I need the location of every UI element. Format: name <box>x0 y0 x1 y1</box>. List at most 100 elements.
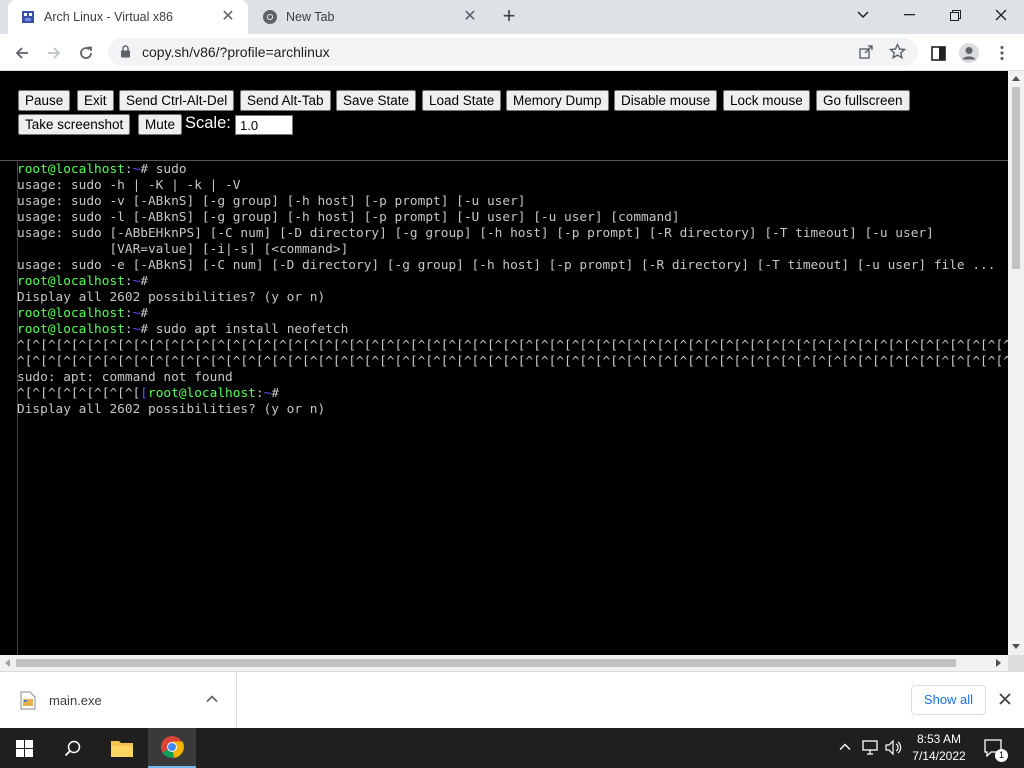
terminal-line-text: Display all 2602 possibilities? (y or n) <box>17 290 326 305</box>
tab-close-icon[interactable]: ✕ <box>220 9 236 25</box>
prompt-user: root@localhost <box>148 386 256 401</box>
terminal-line: sudo: apt: command not found <box>17 370 1008 386</box>
prompt-user: root@localhost <box>17 274 125 289</box>
close-window-button[interactable] <box>978 0 1024 30</box>
terminal-line: ^[^[^[^[^[^[^[^[[root@localhost:~# <box>17 386 1008 402</box>
download-file-name: main.exe <box>49 693 102 708</box>
chrome-icon <box>262 9 278 25</box>
search-button[interactable] <box>48 728 96 768</box>
address-bar[interactable]: copy.sh/v86/?profile=archlinux <box>108 38 918 66</box>
chrome-taskbar-button[interactable] <box>148 728 196 768</box>
chevron-up-tray-icon[interactable] <box>838 740 852 759</box>
scrollbar-corner <box>1008 655 1024 671</box>
scale-input[interactable] <box>235 115 293 135</box>
send-ctrl-alt-del-button[interactable]: Send Ctrl-Alt-Del <box>119 90 235 111</box>
show-all-button[interactable]: Show all <box>911 685 986 715</box>
bookmark-star-icon[interactable] <box>888 42 907 65</box>
scroll-up-icon[interactable] <box>1012 76 1020 81</box>
url-text: copy.sh/v86/?profile=archlinux <box>142 44 330 60</box>
horizontal-scrollbar[interactable] <box>0 655 1008 671</box>
file-explorer-button[interactable] <box>98 728 146 768</box>
lock-icon[interactable] <box>120 45 131 63</box>
download-item[interactable]: main.exe <box>0 672 237 729</box>
prompt-separator: : <box>124 306 133 321</box>
scroll-right-icon[interactable] <box>996 659 1001 667</box>
lock-mouse-button[interactable]: Lock mouse <box>723 90 810 111</box>
terminal-line-text: ^[^[^[^[^[^[^[^[^[^[^[^[^[^[^[^[^[^[^[^[… <box>17 338 1008 353</box>
exit-button[interactable]: Exit <box>77 90 114 111</box>
vertical-scroll-thumb[interactable] <box>1012 87 1020 269</box>
prompt-separator: : <box>255 386 264 401</box>
go-fullscreen-button[interactable]: Go fullscreen <box>816 90 910 111</box>
back-button[interactable] <box>9 40 35 66</box>
take-screenshot-button[interactable]: Take screenshot <box>18 114 131 135</box>
save-state-button[interactable]: Save State <box>336 90 417 111</box>
volume-icon[interactable] <box>885 739 903 761</box>
profile-avatar-icon[interactable] <box>958 42 980 64</box>
load-state-button[interactable]: Load State <box>422 90 502 111</box>
terminal-line: Display all 2602 possibilities? (y or n) <box>17 290 1008 306</box>
terminal-line-text: [VAR=value] [-i|-s] [<command>] <box>17 242 349 257</box>
terminal-line-text: usage: sudo -h | -K | -k | -V <box>17 178 241 193</box>
browser-toolbar: copy.sh/v86/?profile=archlinux <box>0 34 1024 71</box>
horizontal-scroll-thumb[interactable] <box>16 659 956 667</box>
disable-mouse-button[interactable]: Disable mouse <box>614 90 718 111</box>
share-icon[interactable] <box>858 44 874 65</box>
network-icon[interactable] <box>862 739 880 761</box>
taskbar: 8:53 AM 7/14/2022 1 <box>0 728 1024 768</box>
chevron-up-icon[interactable] <box>205 692 219 711</box>
prompt-separator: : <box>124 274 133 289</box>
terminal-line-text: # <box>140 274 149 289</box>
terminal-line: usage: sudo -h | -K | -k | -V <box>17 178 1008 194</box>
close-shelf-icon[interactable] <box>998 692 1012 711</box>
mute-button[interactable]: Mute <box>138 114 183 135</box>
scroll-down-icon[interactable] <box>1012 644 1020 649</box>
terminal-line: root@localhost:~# sudo <box>17 162 1008 178</box>
minimize-button[interactable] <box>886 0 932 30</box>
terminal-line-text: Display all 2602 possibilities? (y or n) <box>17 402 326 417</box>
pause-button[interactable]: Pause <box>18 90 71 111</box>
terminal-screen[interactable]: root@localhost:~# sudo usage: sudo -h | -… <box>0 160 1008 655</box>
reload-button[interactable] <box>73 40 99 66</box>
scroll-left-icon[interactable] <box>5 659 10 667</box>
prompt-bracket: [ <box>140 386 148 401</box>
tab-close-icon[interactable]: ✕ <box>462 9 478 25</box>
terminal-line: usage: sudo -l [-ABknS] [-g group] [-h h… <box>17 210 1008 226</box>
terminal-line: root@localhost:~# sudo apt install neofe… <box>17 322 1008 338</box>
forward-button[interactable] <box>41 40 67 66</box>
start-button[interactable] <box>0 728 48 768</box>
windows-logo-icon <box>15 739 33 757</box>
prompt-user: root@localhost <box>17 322 125 337</box>
terminal-line: usage: sudo -v [-ABknS] [-g group] [-h h… <box>17 194 1008 210</box>
terminal-line-text: # <box>271 386 280 401</box>
vertical-scrollbar[interactable] <box>1008 71 1024 655</box>
terminal-line: Display all 2602 possibilities? (y or n) <box>17 402 1008 418</box>
prompt-user: root@localhost <box>17 162 125 177</box>
terminal-line: [VAR=value] [-i|-s] [<command>] <box>17 242 1008 258</box>
system-clock[interactable]: 8:53 AM 7/14/2022 <box>905 731 973 765</box>
send-alt-tab-button[interactable]: Send Alt-Tab <box>240 90 331 111</box>
v86-favicon-icon <box>20 9 36 25</box>
tab-arch-linux[interactable]: Arch Linux - Virtual x86 ✕ <box>8 0 248 34</box>
search-icon <box>64 740 80 756</box>
new-tab-button[interactable]: + <box>498 5 520 28</box>
menu-kebab-icon[interactable] <box>991 42 1013 64</box>
terminal-line-text: usage: sudo [-ABbEHknPS] [-C num] [-D di… <box>17 226 934 241</box>
terminal-line: ^[^[^[^[^[^[^[^[^[^[^[^[^[^[^[^[^[^[^[^[… <box>17 354 1008 370</box>
side-panel-icon[interactable] <box>927 42 949 64</box>
terminal-line: usage: sudo [-ABbEHknPS] [-C num] [-D di… <box>17 226 1008 242</box>
downloads-shelf: main.exe Show all <box>0 671 1024 729</box>
chrome-icon <box>161 736 184 758</box>
terminal-line-text: # <box>140 306 149 321</box>
tab-new-tab[interactable]: New Tab ✕ <box>250 0 490 34</box>
tab-title: Arch Linux - Virtual x86 <box>44 10 173 24</box>
terminal-line-text: usage: sudo -e [-ABknS] [-C num] [-D dir… <box>17 258 996 273</box>
restore-button[interactable] <box>932 0 978 30</box>
tab-search-icon[interactable] <box>840 0 886 30</box>
terminal-line: root@localhost:~# <box>17 306 1008 322</box>
terminal-line-text: usage: sudo -l [-ABknS] [-g group] [-h h… <box>17 210 680 225</box>
memory-dump-button[interactable]: Memory Dump <box>506 90 609 111</box>
terminal-line-text: usage: sudo -v [-ABknS] [-g group] [-h h… <box>17 194 526 209</box>
prompt-separator: : <box>124 162 133 177</box>
tab-title: New Tab <box>286 10 335 24</box>
